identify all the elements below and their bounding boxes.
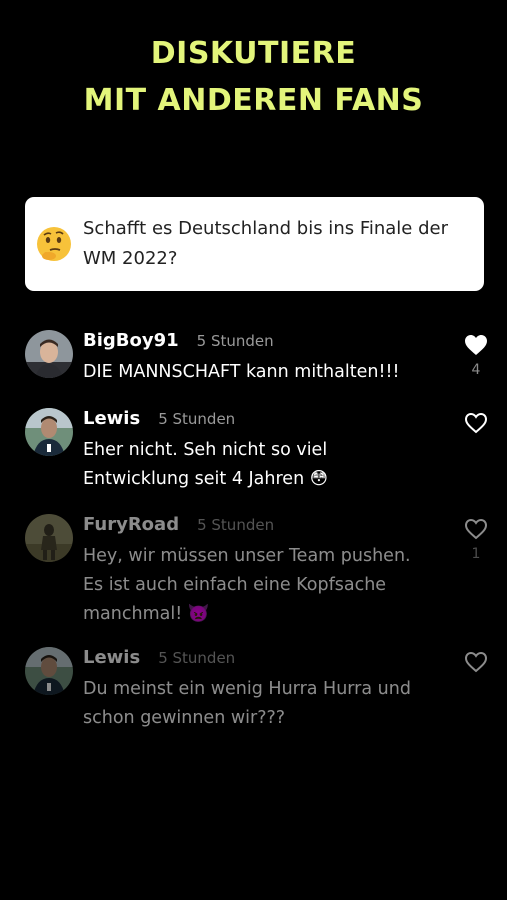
comment-item: Lewis 5 Stunden Eher nicht. Seh nicht so… xyxy=(25,408,490,493)
headline-line-1: DISKUTIERE xyxy=(150,36,357,71)
thinking-face-icon xyxy=(37,227,71,261)
comment-text: DIE MANNSCHAFT kann mithalten!!! xyxy=(83,362,400,382)
comment-author[interactable]: FuryRoad xyxy=(83,514,179,535)
comment-text: Hey, wir müssen unser Team pushen. Es is… xyxy=(83,546,411,624)
heart-filled-icon xyxy=(465,335,487,355)
avatar[interactable] xyxy=(25,330,73,378)
like-count: 1 xyxy=(471,546,481,562)
heart-outline-icon xyxy=(464,412,488,434)
like-button[interactable] xyxy=(462,651,490,679)
headline: DISKUTIERE MIT ANDEREN FANS xyxy=(0,30,507,124)
heart-outline-icon xyxy=(464,651,488,673)
heart-outline-icon xyxy=(464,518,488,540)
avatar[interactable] xyxy=(25,647,73,695)
like-button[interactable]: 1 xyxy=(462,518,490,562)
comment-time: 5 Stunden xyxy=(158,649,236,667)
question-card: Schafft es Deutschland bis ins Finale de… xyxy=(25,197,484,291)
like-button[interactable]: 4 xyxy=(462,334,490,378)
question-text: Schafft es Deutschland bis ins Finale de… xyxy=(83,218,449,269)
comment-time: 5 Stunden xyxy=(197,516,275,534)
headline-line-2: MIT ANDEREN FANS xyxy=(83,83,424,118)
comment-text: Eher nicht. Seh nicht so viel Entwicklun… xyxy=(83,440,328,489)
avatar[interactable] xyxy=(25,408,73,456)
comment-item: BigBoy91 5 Stunden DIE MANNSCHAFT kann m… xyxy=(25,330,490,385)
avatar-furyroad-icon xyxy=(25,514,73,562)
comment-time: 5 Stunden xyxy=(158,410,236,428)
comment-item: Lewis 5 Stunden Du meinst ein wenig Hurr… xyxy=(25,647,490,732)
like-button[interactable] xyxy=(462,412,490,440)
comment-author[interactable]: Lewis xyxy=(83,408,140,429)
avatar-lewis-icon xyxy=(25,647,73,695)
avatar-bigboy91-icon xyxy=(25,330,73,378)
comment-author[interactable]: BigBoy91 xyxy=(83,330,179,351)
avatar[interactable] xyxy=(25,514,73,562)
comment-time: 5 Stunden xyxy=(196,332,274,350)
avatar-lewis-icon xyxy=(25,408,73,456)
like-count: 4 xyxy=(471,362,481,378)
comment-text: Du meinst ein wenig Hurra Hurra und scho… xyxy=(83,679,411,728)
comment-author[interactable]: Lewis xyxy=(83,647,140,668)
comment-item: FuryRoad 5 Stunden Hey, wir müssen unser… xyxy=(25,514,490,624)
